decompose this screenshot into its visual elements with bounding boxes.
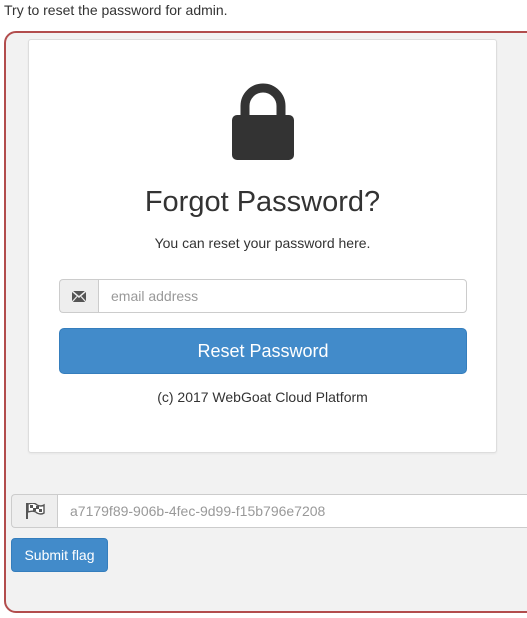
flag-field[interactable] [57, 494, 527, 528]
reset-password-button[interactable]: Reset Password [59, 328, 467, 374]
assignment-instruction: Try to reset the password for admin. [4, 2, 228, 18]
submit-flag-button[interactable]: Submit flag [11, 538, 108, 572]
envelope-icon [59, 279, 98, 313]
attack-container: Forgot Password? You can reset your pass… [4, 31, 527, 613]
page-subtitle: You can reset your password here. [154, 235, 371, 251]
page-title: Forgot Password? [144, 186, 381, 218]
lock-icon [232, 83, 294, 160]
email-field[interactable] [98, 279, 467, 313]
reset-password-panel: Forgot Password? You can reset your pass… [28, 39, 497, 453]
flag-input-group [11, 494, 527, 528]
copyright-text: (c) 2017 WebGoat Cloud Platform [157, 389, 368, 405]
email-input-group [59, 279, 467, 313]
flag-checkered-icon [11, 494, 57, 528]
